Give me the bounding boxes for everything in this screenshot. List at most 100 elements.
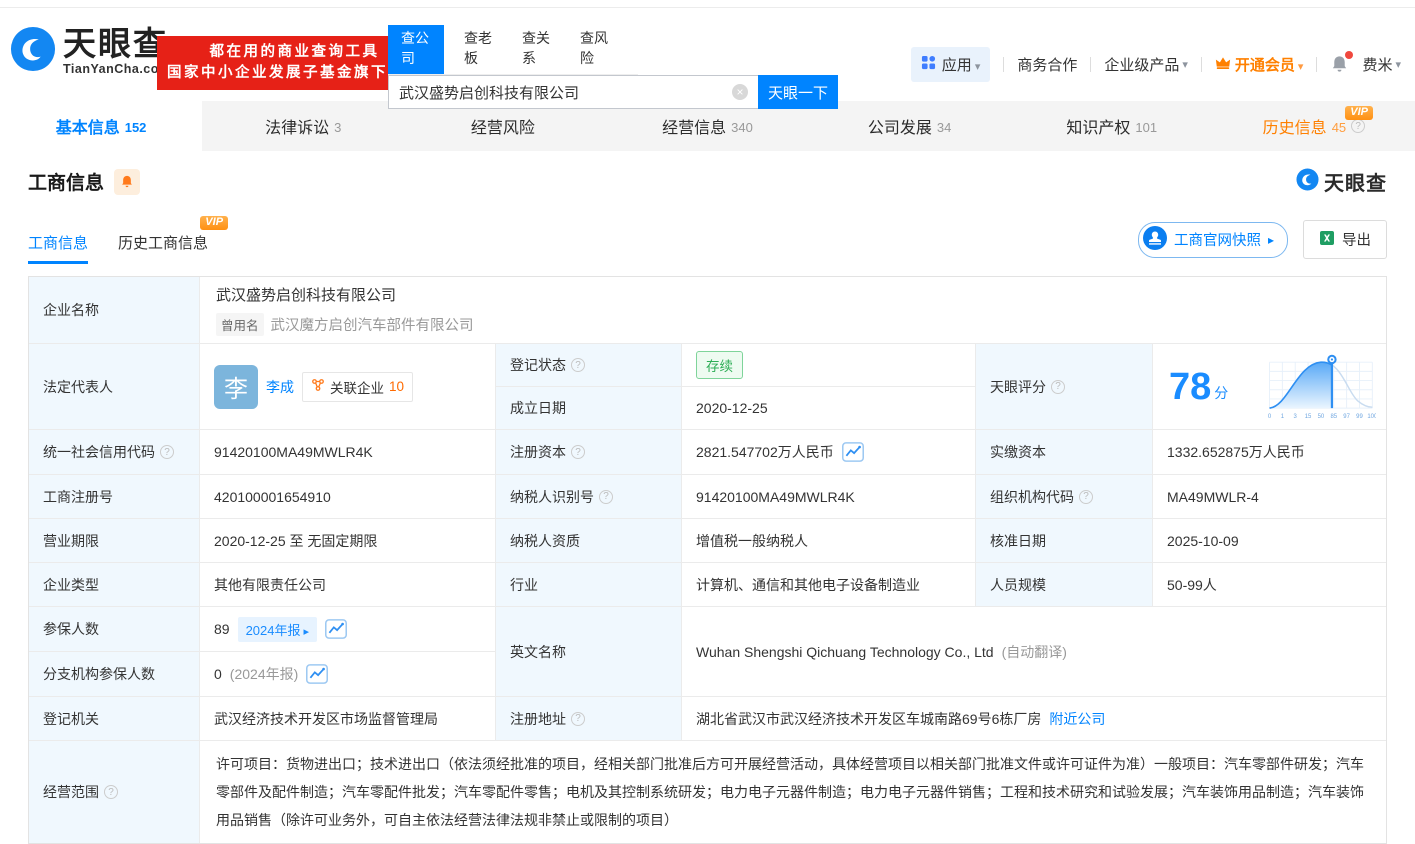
branch-insured-label: 分支机构参保人数: [29, 652, 200, 697]
main-content: 工商信息 天眼查 工商信息 VIP 历史工商信息 工商官网快照: [0, 167, 1415, 844]
tab-legal-proceedings[interactable]: 法律诉讼3: [202, 101, 404, 151]
annual-report-badge[interactable]: 2024年报: [238, 617, 318, 642]
legal-rep-link[interactable]: 李成: [266, 377, 294, 397]
trend-chart-icon[interactable]: [306, 664, 328, 684]
subscribe-bell-icon[interactable]: [114, 169, 140, 195]
industry-cell: 计算机、通信和其他电子设备制造业: [682, 563, 976, 607]
export-button[interactable]: 导出: [1303, 220, 1387, 259]
search-area: 查公司 查老板 查关系 查风险 天眼一下: [388, 25, 838, 109]
auto-translate-note: (自动翻译): [1002, 642, 1067, 662]
subtab-history-business-info[interactable]: VIP 历史工商信息: [118, 232, 208, 264]
org-code-label: 组织机构代码: [976, 475, 1153, 519]
brand-text: 天眼查: [1324, 167, 1387, 196]
open-vip-link[interactable]: 开通会员: [1215, 54, 1304, 75]
question-icon[interactable]: [571, 358, 585, 372]
tab-operation-info[interactable]: 经营信息340: [606, 101, 808, 151]
trend-chart-icon[interactable]: [325, 619, 347, 639]
section-brand-logo: 天眼查: [1296, 167, 1387, 196]
former-name-badge: 曾用名: [216, 313, 264, 336]
legal-rep-cell: 李 李成 关联企业 10: [200, 344, 496, 430]
reg-capital-cell: 2821.547702万人民币: [682, 430, 976, 475]
business-info-table: 企业名称 武汉盛势启创科技有限公司 曾用名 武汉魔方启创汽车部件有限公司 法定代…: [28, 276, 1387, 844]
divider: [1316, 57, 1317, 72]
tianyancha-logo-icon: [1296, 168, 1319, 196]
reg-address-cell: 湖北省武汉市武汉经济技术开发区车城南路69号6栋厂房 附近公司: [682, 697, 1386, 741]
reg-authority-cell: 武汉经济技术开发区市场监督管理局: [200, 697, 496, 741]
promo-line1: 都在用的商业查询工具: [167, 42, 422, 63]
established-date-cell: 2020-12-25: [682, 387, 976, 430]
svg-text:99: 99: [1356, 414, 1363, 420]
staff-size-label: 人员规模: [976, 563, 1153, 607]
tab-basic-info[interactable]: 基本信息152: [0, 101, 202, 151]
search-tabs: 查公司 查老板 查关系 查风险: [388, 25, 638, 75]
tianyancha-logo[interactable]: 天眼查 TianYanCha.com: [10, 26, 171, 77]
taxpayer-id-cell: 91420100MA49MWLR4K: [682, 475, 976, 519]
business-term-cell: 2020-12-25 至 无固定期限: [200, 519, 496, 563]
company-nav-tabs: 基本信息152 法律诉讼3 经营风险 经营信息340 公司发展34 知识产权10…: [0, 101, 1415, 151]
question-icon[interactable]: [104, 785, 118, 799]
business-cooperation-link[interactable]: 商务合作: [1017, 54, 1077, 75]
tab-history-info[interactable]: VIP 历史信息45: [1213, 101, 1415, 151]
reg-capital-label: 注册资本: [496, 430, 682, 475]
established-date-label: 成立日期: [496, 387, 682, 430]
insured-count-label: 参保人数: [29, 607, 200, 652]
nearby-companies-link[interactable]: 附近公司: [1049, 709, 1105, 729]
credit-code-cell: 91420100MA49MWLR4K: [200, 430, 496, 475]
official-snapshot-button[interactable]: 工商官网快照: [1138, 222, 1288, 258]
question-icon[interactable]: [571, 445, 585, 459]
score-cell[interactable]: 78 分: [1153, 344, 1386, 430]
tianyancha-logo-icon: [10, 26, 56, 77]
svg-text:3: 3: [1294, 414, 1298, 420]
company-name: 武汉盛势启创科技有限公司: [216, 287, 396, 304]
search-tab-relation[interactable]: 查关系: [522, 25, 552, 74]
taxpayer-id-label: 纳税人识别号: [496, 475, 682, 519]
reg-address-label: 注册地址: [496, 697, 682, 741]
score-unit: 分: [1214, 383, 1228, 403]
svg-text:100: 100: [1367, 414, 1376, 420]
enterprise-products-menu[interactable]: 企业级产品: [1104, 54, 1188, 75]
question-icon[interactable]: [1051, 380, 1065, 394]
score-curve-chart: 01 315 5085 9799 100: [1264, 351, 1376, 423]
top-divider: [0, 0, 1415, 8]
search-tab-company[interactable]: 查公司: [388, 25, 444, 74]
tab-operation-risk[interactable]: 经营风险: [404, 101, 606, 151]
tab-company-development[interactable]: 公司发展34: [809, 101, 1011, 151]
apps-menu[interactable]: 应用: [911, 47, 991, 82]
legal-rep-label: 法定代表人: [29, 344, 200, 430]
question-icon[interactable]: [1079, 490, 1093, 504]
question-icon[interactable]: [599, 490, 613, 504]
org-code-cell: MA49MWLR-4: [1153, 475, 1386, 519]
search-tab-risk[interactable]: 查风险: [580, 25, 610, 74]
open-vip-label: 开通会员: [1235, 54, 1304, 75]
approval-date-cell: 2025-10-09: [1153, 519, 1386, 563]
user-menu[interactable]: 费米: [1362, 54, 1401, 75]
vip-badge: VIP: [1345, 106, 1373, 120]
subtab-row: 工商信息 VIP 历史工商信息 工商官网快照 导出: [28, 220, 1387, 264]
svg-text:50: 50: [1318, 414, 1325, 420]
question-icon[interactable]: [160, 445, 174, 459]
approval-date-label: 核准日期: [976, 519, 1153, 563]
question-icon[interactable]: [571, 712, 585, 726]
reg-authority-label: 登记机关: [29, 697, 200, 741]
legal-rep-avatar[interactable]: 李: [214, 365, 258, 409]
notification-bell-icon[interactable]: [1330, 54, 1349, 74]
subtab-business-info[interactable]: 工商信息: [28, 232, 88, 264]
trend-chart-icon[interactable]: [842, 442, 864, 462]
credit-code-label: 统一社会信用代码: [29, 430, 200, 475]
status-badge: 存续: [696, 351, 743, 379]
taxpayer-quality-label: 纳税人资质: [496, 519, 682, 563]
tab-intellectual-property[interactable]: 知识产权101: [1011, 101, 1213, 151]
svg-text:1: 1: [1281, 414, 1285, 420]
reg-status-cell: 存续: [682, 344, 976, 387]
question-icon[interactable]: [1351, 119, 1365, 133]
search-tab-boss[interactable]: 查老板: [464, 25, 494, 74]
clear-search-icon[interactable]: [732, 84, 748, 100]
logo-domain: TianYanCha.com: [63, 63, 171, 76]
insured-count-cell: 89 2024年报: [200, 607, 496, 652]
report-year-note: (2024年报): [230, 664, 298, 684]
score-value: 78: [1169, 368, 1211, 406]
industry-label: 行业: [496, 563, 682, 607]
divider: [1090, 57, 1091, 72]
staff-size-cell: 50-99人: [1153, 563, 1386, 607]
related-companies-badge[interactable]: 关联企业 10: [302, 372, 413, 402]
